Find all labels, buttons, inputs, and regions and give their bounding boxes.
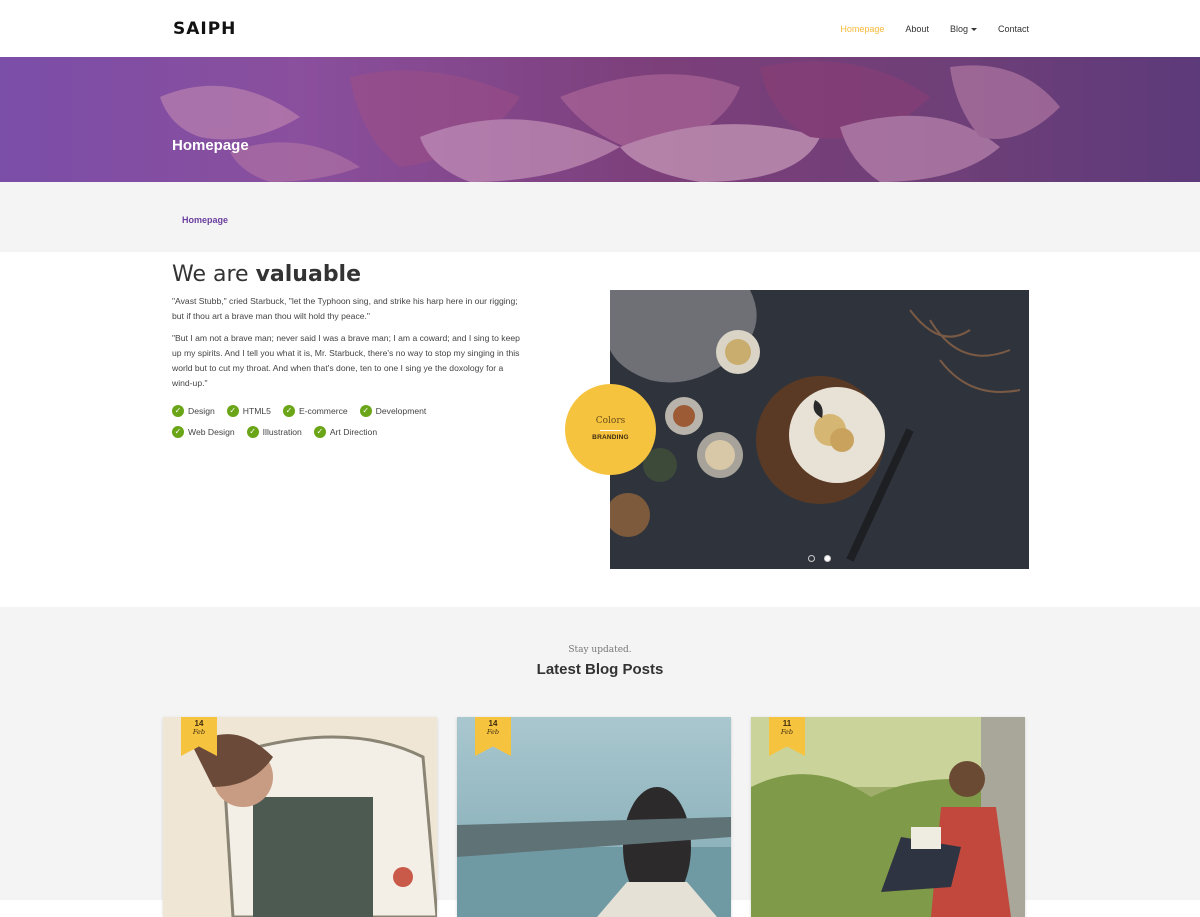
about-heading-light: We are [172,262,249,287]
post-month: Feb [192,728,206,736]
feature-item: ✓ Design [172,405,215,417]
navbar: SAIPH Homepage About Blog Contact [0,0,1200,57]
nav-item-blog[interactable]: Blog [950,24,977,34]
about-heading: We are valuable [172,262,361,287]
breadcrumb-current[interactable]: Homepage [182,215,228,225]
slider-dot-2[interactable] [824,555,831,562]
nav-item-homepage[interactable]: Homepage [840,24,884,34]
nav-item-about[interactable]: About [905,24,929,34]
page-title: Homepage [172,137,249,154]
check-icon: ✓ [172,426,184,438]
nav-item-blog-label: Blog [949,24,968,34]
feature-label: Design [188,406,215,416]
feature-list: ✓ Design ✓ HTML5 ✓ E-commerce ✓ Development … [172,405,532,447]
check-icon: ✓ [226,405,239,417]
image-slider[interactable] [610,290,1029,569]
feature-item: ✓ E-commerce [282,405,348,417]
badge-title: Colors [595,416,626,426]
post-month: Feb [780,728,794,736]
breadcrumb: Homepage [0,182,1200,252]
blog-card[interactable]: 14 Feb [457,717,731,917]
feature-label: Art Direction [329,427,378,437]
blog-section: Stay updated. Latest Blog Posts 14 Feb 1… [0,607,1200,917]
feature-item: ✓ Web Design [172,426,235,438]
about-heading-bold: valuable [255,262,362,287]
blog-card[interactable]: 14 Feb [163,717,437,917]
about-paragraph-1: "Avast Stubb," cried Starbuck, "let the … [172,296,518,321]
chevron-down-icon [970,27,977,31]
post-day: 14 [488,719,498,728]
about-paragraph-2: "But I am not a brave man; never said I … [172,333,520,388]
slider-pagination [808,555,831,562]
feature-item: ✓ Illustration [246,426,302,438]
check-icon: ✓ [313,426,326,438]
check-icon: ✓ [282,405,295,417]
feature-row-1: ✓ Design ✓ HTML5 ✓ E-commerce ✓ Development [172,405,532,417]
badge-subtitle: BRANDING [592,434,629,441]
feature-item: ✓ HTML5 [226,405,271,417]
feature-row-2: ✓ Web Design ✓ Illustration ✓ Art Direction [172,426,532,438]
feature-label: Development [375,406,427,416]
check-icon: ✓ [172,405,184,417]
feature-label: Illustration [262,427,302,437]
feature-label: E-commerce [298,406,348,416]
hero-background-image [160,61,1060,182]
category-badge[interactable]: Colors BRANDING [565,384,656,475]
blog-card[interactable]: 11 Feb [751,717,1025,917]
main-nav: Homepage About Blog Contact [819,24,1029,34]
check-icon: ✓ [359,405,372,417]
feature-label: HTML5 [242,406,271,416]
nav-item-contact[interactable]: Contact [998,24,1029,34]
feature-label: Web Design [188,427,235,437]
blog-kicker: Stay updated. [568,645,632,655]
slide-image-food [610,290,1029,569]
post-month: Feb [486,728,500,736]
slider-dot-1[interactable] [808,555,815,562]
post-day: 14 [194,719,204,728]
site-logo[interactable]: SAIPH [173,19,236,39]
post-day: 11 [782,719,792,728]
badge-divider [599,430,622,431]
page-hero: Homepage [0,57,1200,182]
feature-item: ✓ Art Direction [313,426,378,438]
check-icon: ✓ [246,426,259,438]
feature-item: ✓ Development [359,405,427,417]
blog-heading: Latest Blog Posts [536,661,664,678]
